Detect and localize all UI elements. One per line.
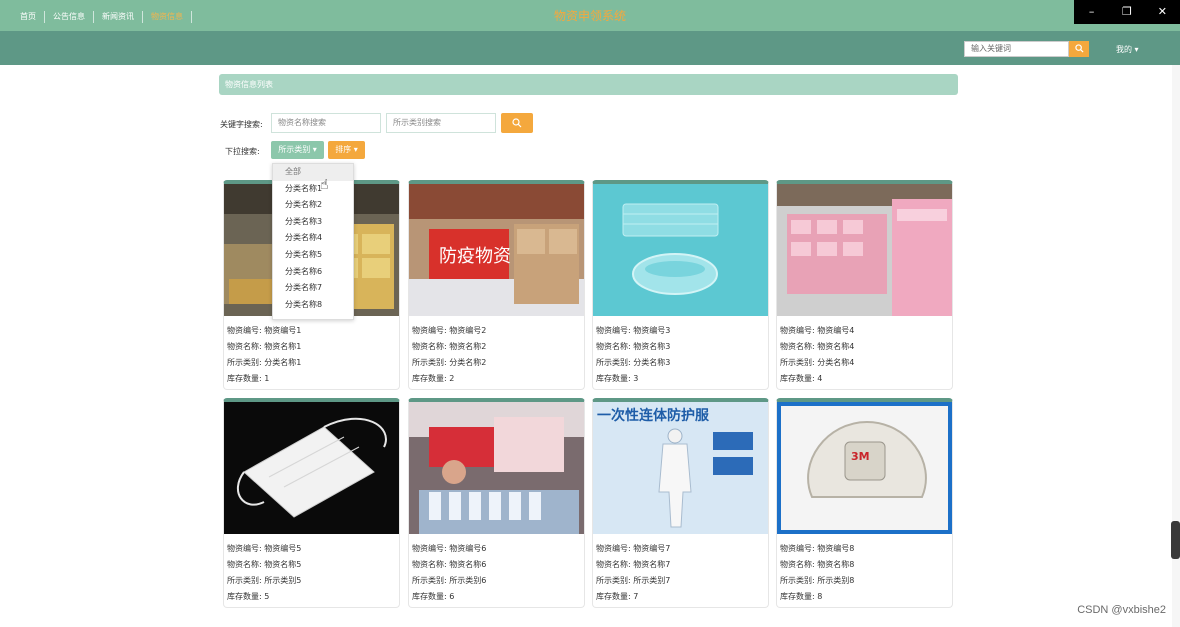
nav-search-button[interactable] bbox=[1069, 41, 1089, 57]
mine-label: 我的 bbox=[1116, 45, 1132, 54]
nav-menu: 首页 公告信息 新闻资讯 物资信息 bbox=[12, 11, 192, 23]
nav-item-home[interactable]: 首页 bbox=[12, 11, 45, 23]
section-title: 物资信息列表 bbox=[219, 74, 958, 95]
restore-icon[interactable]: ❐ bbox=[1109, 0, 1144, 24]
product-card[interactable]: 防疫物资 物资编号: 物资编号2 物资名称: 物资名称2 所示类别: 分类名称2… bbox=[408, 180, 585, 390]
card-line: 物资编号: 物资编号2 bbox=[412, 326, 487, 335]
card-line: 库存数量: 6 bbox=[412, 592, 455, 601]
card-line: 物资编号: 物资编号3 bbox=[596, 326, 671, 335]
card-line: 物资编号: 物资编号8 bbox=[780, 544, 855, 553]
card-line: 物资名称: 物资名称5 bbox=[227, 560, 302, 569]
keyword-search-label: 关键字搜索: bbox=[220, 120, 263, 129]
card-line: 物资名称: 物资名称3 bbox=[596, 342, 671, 351]
keyword-search-button[interactable] bbox=[501, 113, 533, 133]
product-image bbox=[593, 184, 768, 316]
card-line: 所示类别: 分类名称4 bbox=[780, 358, 855, 367]
product-image bbox=[224, 402, 399, 534]
product-image bbox=[409, 402, 584, 534]
search-icon bbox=[512, 118, 522, 128]
product-image: 3M bbox=[777, 402, 952, 534]
card-line: 库存数量: 4 bbox=[780, 374, 823, 383]
watermark: CSDN @vxbishe2 bbox=[1077, 604, 1166, 616]
product-card[interactable]: 物资编号: 物资编号3 物资名称: 物资名称3 所示类别: 分类名称3 库存数量… bbox=[592, 180, 769, 390]
card-line: 物资名称: 物资名称6 bbox=[412, 560, 487, 569]
card-line: 所示类别: 分类名称1 bbox=[227, 358, 302, 367]
dropdown-search-label: 下拉搜索: bbox=[225, 147, 260, 156]
card-line: 所示类别: 分类名称3 bbox=[596, 358, 671, 367]
search-icon bbox=[1074, 44, 1084, 53]
card-line: 物资编号: 物资编号1 bbox=[227, 326, 302, 335]
logo-text: 3M bbox=[851, 450, 870, 463]
card-line: 物资名称: 物资名称4 bbox=[780, 342, 855, 351]
nav-search-input[interactable]: 输入关键词 bbox=[964, 41, 1069, 57]
card-line: 库存数量: 2 bbox=[412, 374, 455, 383]
close-icon[interactable]: ✕ bbox=[1145, 0, 1180, 24]
hand-cursor-icon: ☝ bbox=[320, 177, 329, 193]
dropdown-option[interactable]: 分类名称5 bbox=[273, 247, 353, 264]
product-image: 防疫物资 bbox=[409, 184, 584, 316]
nav-item-supplies[interactable]: 物资信息 bbox=[143, 11, 192, 23]
name-search-input[interactable]: 物资名称搜索 bbox=[271, 113, 381, 133]
card-line: 物资名称: 物资名称2 bbox=[412, 342, 487, 351]
caret-down-icon: ▾ bbox=[1134, 45, 1139, 54]
dropdown-option[interactable]: 全部 bbox=[273, 164, 353, 181]
card-line: 物资编号: 物资编号6 bbox=[412, 544, 487, 553]
product-image: 一次性连体防护服 bbox=[593, 402, 768, 534]
dropdown-option[interactable]: 分类名称2 bbox=[273, 197, 353, 214]
card-line: 物资编号: 物资编号4 bbox=[780, 326, 855, 335]
category-search-input[interactable]: 所示类别搜索 bbox=[386, 113, 496, 133]
side-handle[interactable] bbox=[1171, 521, 1180, 559]
card-line: 物资编号: 物资编号7 bbox=[596, 544, 671, 553]
card-line: 物资名称: 物资名称8 bbox=[780, 560, 855, 569]
dropdown-option[interactable]: 分类名称1 bbox=[273, 181, 353, 198]
card-line: 所示类别: 所示类别7 bbox=[596, 576, 671, 585]
card-line: 物资名称: 物资名称7 bbox=[596, 560, 671, 569]
dropdown-option[interactable]: 分类名称8 bbox=[273, 297, 353, 314]
card-line: 库存数量: 5 bbox=[227, 592, 270, 601]
dropdown-option[interactable]: 分类名称4 bbox=[273, 230, 353, 247]
product-card[interactable]: 3M 物资编号: 物资编号8 物资名称: 物资名称8 所示类别: 所示类别8 库… bbox=[776, 398, 953, 608]
sort-dropdown-button[interactable]: 排序 ▾ bbox=[328, 141, 365, 159]
dropdown-option[interactable]: 分类名称3 bbox=[273, 214, 353, 231]
product-card[interactable]: 物资编号: 物资编号6 物资名称: 物资名称6 所示类别: 所示类别6 库存数量… bbox=[408, 398, 585, 608]
card-line: 库存数量: 3 bbox=[596, 374, 639, 383]
banner-text: 一次性连体防护服 bbox=[597, 407, 710, 424]
product-card[interactable]: 一次性连体防护服 物资编号: 物资编号7 物资名称: 物资名称7 所示类别: 所… bbox=[592, 398, 769, 608]
card-line: 所示类别: 所示类别5 bbox=[227, 576, 302, 585]
card-line: 所示类别: 所示类别8 bbox=[780, 576, 855, 585]
card-line: 库存数量: 8 bbox=[780, 592, 823, 601]
dropdown-option[interactable]: 分类名称6 bbox=[273, 264, 353, 281]
nav-item-news[interactable]: 新闻资讯 bbox=[94, 11, 143, 23]
dropdown-option[interactable]: 分类名称7 bbox=[273, 280, 353, 297]
card-line: 库存数量: 7 bbox=[596, 592, 639, 601]
mine-menu[interactable]: 我的 ▾ bbox=[1116, 44, 1139, 55]
nav-item-announcements[interactable]: 公告信息 bbox=[45, 11, 94, 23]
minimize-icon[interactable]: – bbox=[1074, 0, 1109, 24]
category-dropdown-menu: 全部 分类名称1 分类名称2 分类名称3 分类名称4 分类名称5 分类名称6 分… bbox=[272, 163, 354, 320]
banner-text: 防疫物资 bbox=[439, 246, 511, 267]
product-card[interactable]: 物资编号: 物资编号4 物资名称: 物资名称4 所示类别: 分类名称4 库存数量… bbox=[776, 180, 953, 390]
card-line: 物资编号: 物资编号5 bbox=[227, 544, 302, 553]
product-card[interactable]: 物资编号: 物资编号5 物资名称: 物资名称5 所示类别: 所示类别5 库存数量… bbox=[223, 398, 400, 608]
card-line: 库存数量: 1 bbox=[227, 374, 270, 383]
card-line: 物资名称: 物资名称1 bbox=[227, 342, 302, 351]
card-line: 所示类别: 所示类别6 bbox=[412, 576, 487, 585]
product-image bbox=[777, 184, 952, 316]
category-dropdown-button[interactable]: 所示类别 ▾ bbox=[271, 141, 324, 159]
card-line: 所示类别: 分类名称2 bbox=[412, 358, 487, 367]
window-controls: – ❐ ✕ bbox=[1074, 0, 1180, 24]
